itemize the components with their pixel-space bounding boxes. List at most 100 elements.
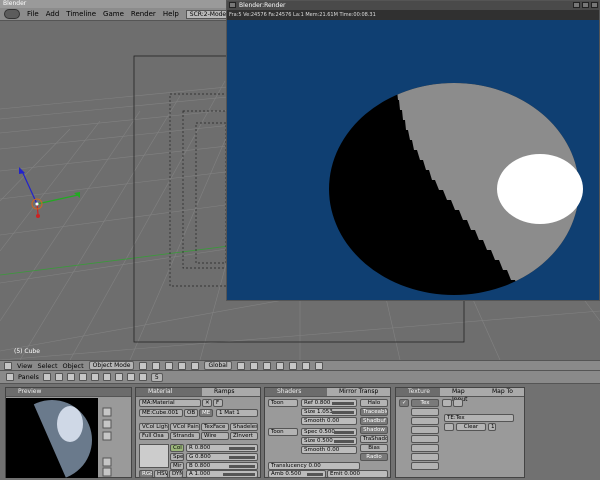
menu-render[interactable]: Render — [131, 10, 156, 18]
menu-game[interactable]: Game — [103, 10, 124, 18]
texture-icon-b[interactable] — [453, 399, 463, 407]
script-icon[interactable] — [54, 373, 63, 381]
hsv-mode-button[interactable]: HSV — [154, 470, 168, 478]
menu-view[interactable]: View — [17, 362, 32, 370]
menu-file[interactable]: File — [27, 10, 39, 18]
tab-mirror-transp[interactable]: Mirror Transp — [327, 388, 390, 397]
menu-help[interactable]: Help — [163, 10, 179, 18]
texture-users-field[interactable]: 1 — [488, 423, 496, 431]
rgb-mode-button[interactable]: RGB — [139, 470, 153, 478]
scene-icon[interactable] — [102, 373, 111, 381]
smooth2-slider[interactable]: Smooth 0.00 — [301, 446, 357, 454]
material-delete-icon[interactable]: ✕ — [202, 399, 212, 407]
layer-5-icon[interactable] — [288, 361, 297, 370]
size1-slider[interactable]: Size 1.053 — [301, 408, 357, 416]
link-me-button[interactable]: ME — [199, 409, 213, 417]
lock-icon[interactable] — [301, 361, 310, 370]
menu-select[interactable]: Select — [37, 362, 57, 370]
full-osa-button[interactable]: Full Osa — [139, 432, 169, 440]
transform-orientation-select[interactable]: Global — [204, 361, 232, 370]
shadbuf-button[interactable]: Shadbuf — [360, 417, 388, 425]
green-slider[interactable]: G 0.800 — [186, 453, 258, 461]
traceable-button[interactable]: Traceable — [360, 408, 388, 416]
tab-map-to[interactable]: Map To — [480, 388, 524, 397]
material-fake-user-label[interactable]: F — [213, 399, 223, 407]
texture-icon-a[interactable] — [442, 399, 452, 407]
rotate-icon[interactable] — [191, 361, 200, 370]
texture-icon[interactable] — [138, 373, 147, 381]
preview-tab[interactable]: Preview — [6, 388, 131, 397]
size2-slider[interactable]: Size 0.500 — [301, 437, 357, 445]
col-button[interactable]: Col — [170, 444, 184, 452]
shadow-button[interactable]: Shadow — [360, 426, 388, 434]
close-icon[interactable] — [591, 2, 598, 8]
texture-slot-3[interactable] — [411, 417, 439, 425]
shading-icon[interactable] — [66, 373, 75, 381]
trashadow-button[interactable]: TraShadow — [360, 435, 388, 443]
material-count-field[interactable]: 1 Mat 1 — [216, 409, 258, 417]
spec-slider[interactable]: Spec 0.500 — [301, 428, 357, 436]
layer-4-icon[interactable] — [275, 361, 284, 370]
bias-button[interactable]: Bias — [360, 444, 388, 452]
ref-slider[interactable]: Ref 0.800 — [301, 399, 357, 407]
halo-button[interactable]: Halo — [360, 399, 388, 407]
tab-material[interactable]: Material — [136, 388, 202, 397]
mode-selector[interactable]: Object Mode — [88, 361, 135, 370]
material-icon[interactable] — [126, 373, 135, 381]
smooth1-slider[interactable]: Smooth 0.00 — [301, 417, 357, 425]
minimize-icon[interactable] — [573, 2, 580, 8]
texture-slot-5[interactable] — [411, 435, 439, 443]
strands-button[interactable]: Strands — [170, 432, 200, 440]
blender-logo-icon[interactable] — [4, 9, 20, 19]
texture-browse-icon[interactable] — [444, 423, 454, 431]
texture-slot-1[interactable]: Tex — [411, 399, 439, 407]
logic-icon[interactable] — [42, 373, 51, 381]
buttons-editor-icon[interactable] — [6, 373, 14, 381]
mesh-name-field[interactable]: ME:Cube.001 — [139, 409, 183, 417]
emit-slider[interactable]: Emit 0.000 — [327, 470, 388, 478]
dyn-mode-button[interactable]: DYN — [169, 470, 183, 478]
tab-ramps[interactable]: Ramps — [202, 388, 260, 397]
render-window[interactable]: Blender:Render Fra:5 Ve:24576 Fa:24576 L… — [226, 0, 600, 301]
tab-shaders[interactable]: Shaders — [265, 388, 327, 397]
object-icon[interactable] — [78, 373, 87, 381]
render-window-menu-icon[interactable] — [229, 2, 236, 8]
panels-menu[interactable]: Panels — [18, 373, 39, 381]
menu-add[interactable]: Add — [46, 10, 60, 18]
menu-timeline[interactable]: Timeline — [66, 10, 96, 18]
amb-slider[interactable]: Amb 0.500 — [268, 470, 326, 478]
texture-slot-4[interactable] — [411, 426, 439, 434]
manipulator-icon[interactable] — [165, 361, 174, 370]
spe-button[interactable]: Spe — [170, 453, 184, 461]
link-ob-button[interactable]: OB — [184, 409, 198, 417]
color-swatch[interactable] — [139, 444, 169, 468]
texture-slot-6[interactable] — [411, 444, 439, 452]
texture-slot-2[interactable] — [411, 408, 439, 416]
layer-2-icon[interactable] — [249, 361, 258, 370]
screen-selector[interactable]: SCR:2-Model — [185, 9, 232, 19]
texface-button[interactable]: TexFace — [201, 423, 229, 431]
layer-1-icon[interactable] — [236, 361, 245, 370]
diffuse-shader-select[interactable]: Toon — [268, 399, 298, 407]
radio-button[interactable]: Radio — [360, 453, 388, 461]
vcol-paint-button[interactable]: VCol Paint — [170, 423, 200, 431]
specular-shader-select[interactable]: Toon — [268, 428, 298, 436]
texture-slot-7[interactable] — [411, 453, 439, 461]
menu-object[interactable]: Object — [63, 362, 84, 370]
texture-slot-8[interactable] — [411, 462, 439, 470]
blue-slider[interactable]: B 0.800 — [186, 462, 258, 470]
alpha-slider[interactable]: A 1.000 — [186, 470, 258, 478]
clear-button[interactable]: Clear — [456, 423, 486, 431]
editor-type-icon[interactable] — [4, 361, 12, 370]
zinvert-button[interactable]: ZInvert — [230, 432, 258, 440]
frame-field[interactable]: 5 — [150, 372, 163, 382]
texture-channel-check-icon[interactable]: ✓ — [399, 399, 409, 407]
material-name-field[interactable]: MA:Material — [139, 399, 201, 407]
maximize-icon[interactable] — [582, 2, 589, 8]
wire-button[interactable]: Wire — [201, 432, 229, 440]
pivot-icon[interactable] — [152, 361, 161, 370]
red-slider[interactable]: R 0.800 — [186, 444, 258, 452]
lamp-icon[interactable] — [114, 373, 123, 381]
translucency-slider[interactable]: Translucency 0.00 — [268, 462, 360, 470]
shadeless-button[interactable]: Shadeless — [230, 423, 258, 431]
